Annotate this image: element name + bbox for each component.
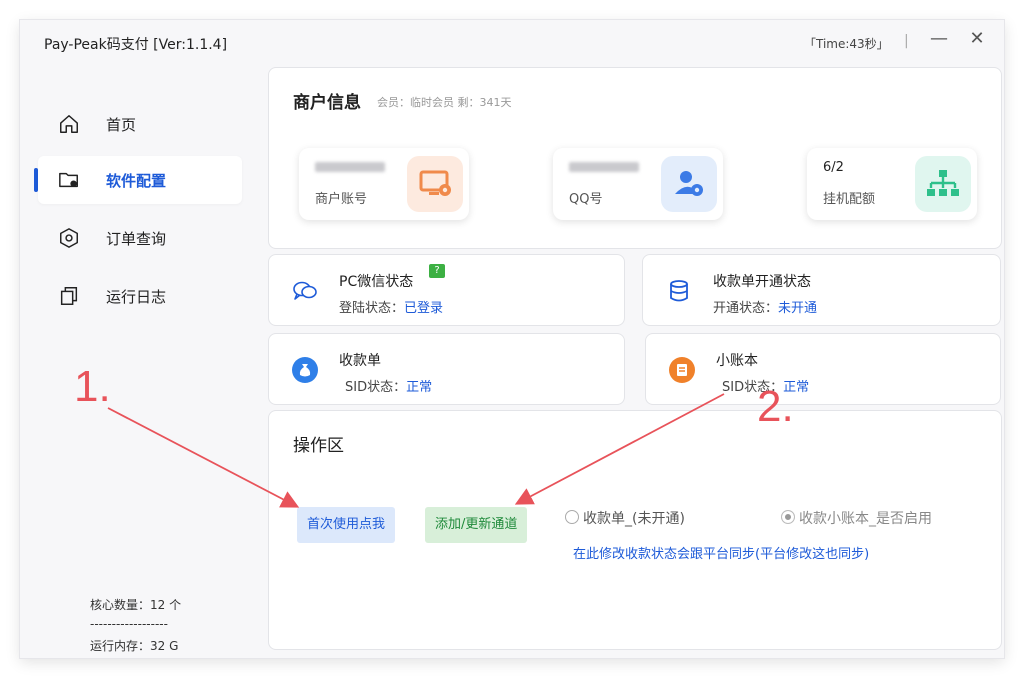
receipt-radio[interactable]: 收款单_(未开通) <box>565 508 685 528</box>
quota-box: 6/2 挂机配额 <box>807 148 977 220</box>
merchant-info-card: 商户信息 会员：临时会员 剩：341天 商户账号 QQ号 6/2 挂机配额 <box>268 67 1002 249</box>
add-channel-button[interactable]: 添加/更新通道 <box>425 507 528 543</box>
open-status-label: 开通状态： <box>713 301 779 316</box>
merchant-account-box: 商户账号 <box>299 148 469 220</box>
annotation-number-two: 2. <box>757 382 794 431</box>
database-icon <box>670 280 688 302</box>
masked-value <box>315 162 385 172</box>
stats-divider: ------------------ <box>90 617 168 631</box>
ledger-card: 小账本 SID状态：正常 <box>645 333 1001 405</box>
ledger-radio-label: 收款小账本_是否启用 <box>799 511 932 527</box>
open-status: 开通状态：未开通 <box>713 297 817 316</box>
membership-info: 会员：临时会员 剩：341天 <box>377 96 512 109</box>
quota-value: 6/2 <box>823 160 844 175</box>
radio-circle[interactable] <box>781 510 795 524</box>
radio-circle[interactable] <box>565 510 579 524</box>
quota-label: 挂机配额 <box>823 192 876 207</box>
login-status: 登陆状态：已登录 <box>339 297 443 316</box>
sidebar-item-label: 软件配置 <box>106 172 167 190</box>
sidebar-item-label: 订单查询 <box>106 230 167 248</box>
chat-bubbles-icon <box>293 281 317 300</box>
close-button[interactable]: ✕ <box>967 28 987 52</box>
money-bag-icon <box>292 357 318 383</box>
folder-settings-icon <box>59 172 78 188</box>
system-stats: 核心数量：12 个 ------------------ 运行内存：32 G <box>90 596 230 654</box>
title-bar: Pay-Peak码支付 [Ver:1.1.4] 「Time:43秒」 | — ✕ <box>20 20 1004 66</box>
monitor-gear-icon <box>407 156 463 212</box>
open-status-value: 未开通 <box>778 301 818 316</box>
user-gear-icon <box>661 156 717 212</box>
qq-box: QQ号 <box>553 148 723 220</box>
titlebar-separator: | <box>904 33 909 49</box>
sidebar: 首页 软件配置 订单查询 运行日志 核心数量：12 个 ------------… <box>20 66 266 658</box>
login-status-value: 已登录 <box>404 301 444 316</box>
hexagon-icon <box>60 228 78 248</box>
receipt-card: 收款单 SID状态：正常 <box>268 333 625 405</box>
login-status-label: 登陆状态： <box>339 301 405 316</box>
qq-label: QQ号 <box>569 192 603 207</box>
ledger-icon <box>669 357 695 383</box>
home-icon <box>60 115 78 133</box>
receipt-title: 收款单 <box>339 353 381 369</box>
sidebar-item-run-log[interactable]: 运行日志 <box>38 272 242 320</box>
sidebar-item-label: 首页 <box>106 116 137 134</box>
operation-area-title: 操作区 <box>293 436 344 456</box>
receipt-sid-label: SID状态： <box>345 380 407 395</box>
sidebar-item-order-query[interactable]: 订单查询 <box>38 214 242 262</box>
org-tree-icon <box>915 156 971 212</box>
core-count: 核心数量：12 个 <box>90 598 182 612</box>
help-icon[interactable]: ? <box>429 264 445 278</box>
receipt-sid-value: 正常 <box>406 380 433 395</box>
ledger-radio[interactable]: 收款小账本_是否启用 <box>781 508 932 528</box>
order-open-status-card: 收款单开通状态 开通状态：未开通 <box>642 254 1001 326</box>
masked-value <box>569 162 639 172</box>
wechat-status-card: PC微信状态 ? 登陆状态：已登录 <box>268 254 625 326</box>
operation-area-card: 操作区 首次使用点我 添加/更新通道 收款单_(未开通) 收款小账本_是否启用 … <box>268 410 1002 650</box>
timer-label: 「Time:43秒」 <box>804 37 889 51</box>
order-open-status-title: 收款单开通状态 <box>713 274 811 290</box>
receipt-radio-label: 收款单_(未开通) <box>583 511 685 527</box>
merchant-account-label: 商户账号 <box>315 192 368 207</box>
receipt-sid-status: SID状态：正常 <box>345 376 432 395</box>
sidebar-item-software-config[interactable]: 软件配置 <box>38 156 242 204</box>
annotation-number-one: 1. <box>74 362 111 411</box>
wechat-status-title: PC微信状态 <box>339 274 414 290</box>
sync-note: 在此修改收款状态会跟平台同步(平台修改这也同步) <box>573 547 870 562</box>
first-use-button[interactable]: 首次使用点我 <box>297 507 396 543</box>
sidebar-item-label: 运行日志 <box>106 288 167 306</box>
ledger-title: 小账本 <box>716 353 758 369</box>
sidebar-item-home[interactable]: 首页 <box>38 100 242 148</box>
app-title: Pay-Peak码支付 [Ver:1.1.4] <box>44 37 228 53</box>
minimize-button[interactable]: — <box>929 28 949 52</box>
app-window: Pay-Peak码支付 [Ver:1.1.4] 「Time:43秒」 | — ✕… <box>20 20 1004 658</box>
copy-icon <box>60 287 78 305</box>
merchant-info-title: 商户信息 <box>293 93 361 113</box>
memory-info: 运行内存：32 G <box>90 639 179 653</box>
